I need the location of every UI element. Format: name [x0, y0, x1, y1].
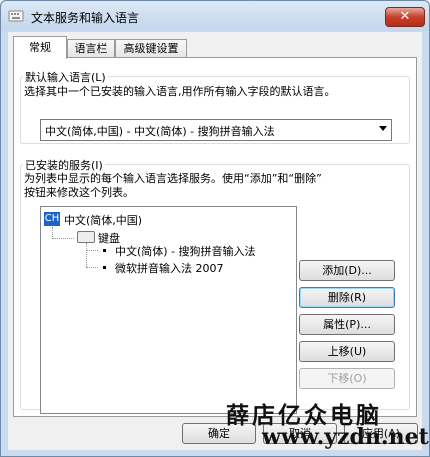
language-badge-icon: CH	[44, 212, 60, 226]
chevron-down-icon[interactable]	[379, 126, 387, 131]
installed-services-description-2: 按钮来修改这个列表。	[24, 186, 134, 199]
close-button[interactable]: ✕	[385, 7, 425, 27]
installed-services-description-1: 为列表中显示的每个输入语言选择服务。使用“添加”和“删除”	[24, 172, 322, 185]
tree-line	[86, 250, 98, 251]
installed-services-tree[interactable]: CH 中文(简体,中国) 键盘 中文(简体) - 搜狗拼音输入法 微软拼音输入法…	[40, 206, 297, 414]
tree-node-language[interactable]: 中文(简体,中国)	[64, 212, 142, 228]
tab-advanced-key-settings[interactable]: 高级键设置	[115, 39, 187, 58]
move-up-button[interactable]: 上移(U)	[299, 341, 395, 362]
bullet-icon	[103, 266, 106, 269]
title-bar[interactable]: 文本服务和输入语言 ✕	[1, 1, 429, 31]
keyboard-icon	[77, 231, 95, 243]
default-language-selected-value: 中文(简体,中国) - 中文(简体) - 搜狗拼音输入法	[45, 125, 275, 138]
dialog-client: 常规 语言栏 高级键设置 默认输入语言(L) 选择其中一个已安装的输入语言,用作…	[8, 32, 422, 450]
default-language-select[interactable]: 中文(简体,中国) - 中文(简体) - 搜狗拼音输入法	[40, 119, 392, 141]
default-language-legend: 默认输入语言(L)	[23, 69, 108, 85]
tree-line	[52, 238, 74, 239]
tree-node-service[interactable]: 微软拼音输入法 2007	[115, 260, 224, 276]
add-button[interactable]: 添加(D)...	[299, 260, 395, 281]
tree-line	[86, 243, 87, 267]
tree-line	[86, 267, 98, 268]
properties-button[interactable]: 属性(P)...	[299, 314, 395, 335]
tree-node-service[interactable]: 中文(简体) - 搜狗拼音输入法	[115, 243, 256, 259]
close-icon: ✕	[399, 9, 411, 24]
tab-general[interactable]: 常规	[13, 36, 67, 59]
tab-language-bar[interactable]: 语言栏	[67, 39, 115, 58]
installed-services-legend: 已安装的服务(I)	[23, 157, 105, 173]
move-down-button[interactable]: 下移(O)	[299, 368, 395, 389]
window-title: 文本服务和输入语言	[31, 11, 140, 25]
bullet-icon	[103, 249, 106, 252]
default-language-description: 选择其中一个已安装的输入语言,用作所有输入字段的默认语言。	[24, 85, 336, 98]
watermark-url: www.yzdn.net	[262, 424, 429, 450]
dialog-window: 文本服务和输入语言 ✕ 常规 语言栏 高级键设置 默认输入语言(L) 选择其中一…	[0, 0, 430, 457]
text-services-icon	[8, 10, 24, 22]
remove-button[interactable]: 删除(R)	[299, 287, 395, 308]
